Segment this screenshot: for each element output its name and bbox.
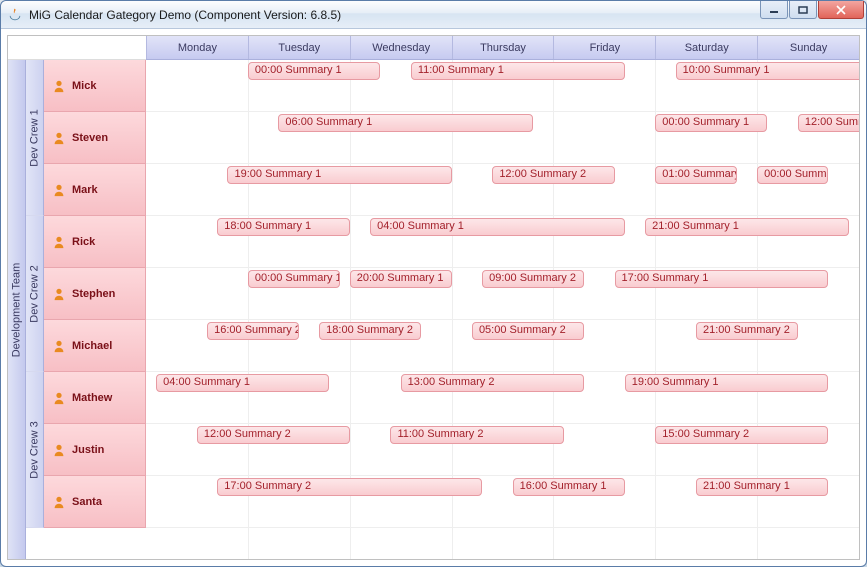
day-header[interactable]: Wednesday (350, 36, 452, 59)
calendar-event[interactable]: 00:00 Summary 1 (248, 270, 340, 288)
person-icon (52, 79, 66, 93)
calendar-event[interactable]: 15:00 Summary 2 (655, 426, 828, 444)
calendar-event[interactable]: 04:00 Summary 1 (156, 374, 329, 392)
calendar-event[interactable]: 21:00 Summary 2 (696, 322, 798, 340)
member-name: Mark (72, 184, 98, 196)
calendar-event[interactable]: 05:00 Summary 2 (472, 322, 584, 340)
member-row[interactable]: Stephen (44, 268, 146, 320)
member-name: Santa (72, 496, 102, 508)
team-label: Development Team (11, 262, 23, 357)
calendar-event[interactable]: 01:00 Summary 2 (655, 166, 736, 184)
close-button[interactable] (818, 1, 864, 19)
crew-gutter[interactable]: Dev Crew 1 (26, 60, 44, 216)
member-name: Michael (72, 340, 112, 352)
person-icon (52, 131, 66, 145)
titlebar[interactable]: MiG Calendar Gategory Demo (Component Ve… (1, 1, 866, 29)
calendar-event[interactable]: 00:00 Summary 1 (655, 114, 767, 132)
member-row[interactable]: Mick (44, 60, 146, 112)
calendar-event[interactable]: 11:00 Summary 2 (390, 426, 563, 444)
calendar-event[interactable]: 10:00 Summary 1 (676, 62, 860, 80)
member-name: Mathew (72, 392, 112, 404)
calendar-event[interactable]: 16:00 Summary 2 (207, 322, 299, 340)
member-row[interactable]: Rick (44, 216, 146, 268)
calendar-panel: MondayTuesdayWednesdayThursdayFridaySatu… (7, 35, 860, 560)
header-corner (8, 36, 146, 60)
day-header-row: MondayTuesdayWednesdayThursdayFridaySatu… (146, 36, 859, 60)
day-header[interactable]: Saturday (655, 36, 757, 59)
member-row[interactable]: Justin (44, 424, 146, 476)
calendar-event[interactable]: 09:00 Summary 2 (482, 270, 584, 288)
java-cup-icon (7, 7, 23, 23)
calendar-event[interactable]: 04:00 Summary 1 (370, 218, 625, 236)
member-name: Mick (72, 80, 96, 92)
member-row[interactable]: Steven (44, 112, 146, 164)
calendar-event[interactable]: 19:00 Summary 1 (227, 166, 451, 184)
person-icon (52, 391, 66, 405)
calendar-event[interactable]: 20:00 Summary 1 (350, 270, 452, 288)
calendar-event[interactable]: 12:00 Summary 1 (798, 114, 860, 132)
calendar-event[interactable]: 21:00 Summary 1 (645, 218, 849, 236)
member-column: Mick Steven Mark Rick Stephen Michael Mathew Ju… (44, 60, 146, 559)
app-window: MiG Calendar Gategory Demo (Component Ve… (0, 0, 867, 567)
crew-gutter[interactable]: Dev Crew 3 (26, 372, 44, 528)
calendar-event[interactable]: 19:00 Summary 1 (625, 374, 829, 392)
window-controls (759, 1, 864, 19)
calendar-event[interactable]: 16:00 Summary 1 (513, 478, 625, 496)
calendar-event[interactable]: 00:00 Summary 1 (248, 62, 380, 80)
crew-label: Dev Crew 3 (29, 421, 41, 478)
day-header[interactable]: Sunday (757, 36, 859, 59)
team-gutter: Development Team (8, 60, 26, 559)
member-name: Justin (72, 444, 104, 456)
day-header[interactable]: Thursday (452, 36, 554, 59)
person-icon (52, 339, 66, 353)
day-header[interactable]: Monday (146, 36, 248, 59)
person-icon (52, 235, 66, 249)
crew-label: Dev Crew 1 (29, 109, 41, 166)
member-name: Stephen (72, 288, 115, 300)
person-icon (52, 183, 66, 197)
window-title: MiG Calendar Gategory Demo (Component Ve… (29, 8, 341, 22)
calendar-event[interactable]: 13:00 Summary 2 (401, 374, 584, 392)
calendar-event[interactable]: 18:00 Summary 1 (217, 218, 349, 236)
crew-gutter[interactable]: Dev Crew 2 (26, 216, 44, 372)
member-name: Steven (72, 132, 108, 144)
maximize-button[interactable] (789, 1, 817, 19)
calendar-event[interactable]: 12:00 Summary 2 (197, 426, 350, 444)
calendar-event[interactable]: 12:00 Summary 2 (492, 166, 614, 184)
calendar-event[interactable]: 21:00 Summary 1 (696, 478, 828, 496)
member-row[interactable]: Mark (44, 164, 146, 216)
calendar-event[interactable]: 18:00 Summary 2 (319, 322, 421, 340)
calendar-event[interactable]: 17:00 Summary 1 (615, 270, 829, 288)
day-header[interactable]: Tuesday (248, 36, 350, 59)
calendar-event[interactable]: 06:00 Summary 1 (278, 114, 533, 132)
person-icon (52, 443, 66, 457)
person-icon (52, 495, 66, 509)
calendar-event[interactable]: 17:00 Summary 2 (217, 478, 482, 496)
member-row[interactable]: Mathew (44, 372, 146, 424)
crew-label: Dev Crew 2 (29, 265, 41, 322)
minimize-button[interactable] (760, 1, 788, 19)
person-icon (52, 287, 66, 301)
member-row[interactable]: Santa (44, 476, 146, 528)
calendar-event[interactable]: 00:00 Summary 1 (757, 166, 828, 184)
day-header[interactable]: Friday (553, 36, 655, 59)
calendar-event[interactable]: 11:00 Summary 1 (411, 62, 625, 80)
schedule-area[interactable]: 00:00 Summary 1 11:00 Summary 1 10:00 Summ… (146, 60, 859, 559)
member-row[interactable]: Michael (44, 320, 146, 372)
member-name: Rick (72, 236, 95, 248)
